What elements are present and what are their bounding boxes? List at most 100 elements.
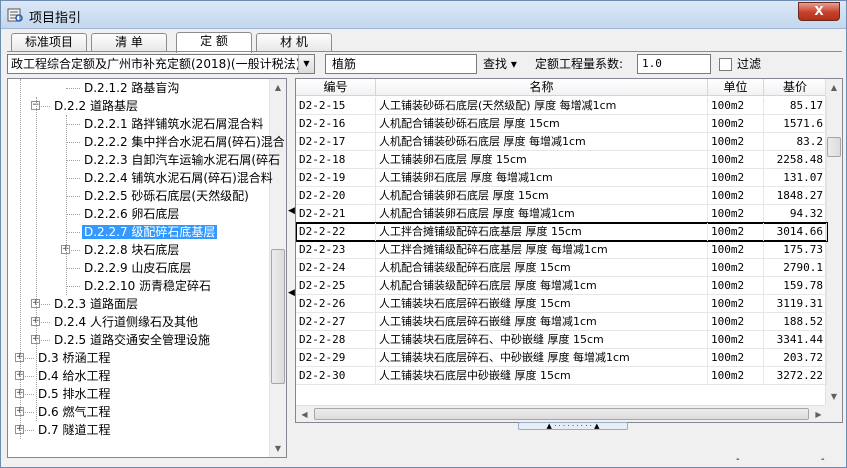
cell-unit: 100m2 (708, 133, 764, 151)
filter-label: 过滤 (737, 57, 762, 71)
horizontal-splitter[interactable]: ▲ · · · · · · · · · ▲ (518, 422, 628, 430)
tree-item[interactable]: D.6 燃气工程 (36, 403, 113, 421)
search-input[interactable]: 植筋 (325, 54, 477, 74)
table-row[interactable]: D2-2-24 人机配合铺装级配碎石底层 厚度 15cm 100m2 2790.1 (296, 259, 827, 277)
grid-vertical-scrollbar[interactable]: ▲ ▼ (825, 79, 842, 405)
cell-name: 人机配合铺装砂砾石底层 厚度 每增减1cm (376, 133, 708, 151)
column-header-code[interactable]: 编号 (296, 79, 376, 96)
tree-item[interactable]: D.2.5 道路交通安全管理设施 (52, 331, 212, 349)
tree-item[interactable]: D.2.4 人行道侧缘石及其他 (52, 313, 200, 331)
table-row[interactable]: D2-2-27 人工铺装块石底层碎石嵌缝 厚度 每增减1cm 100m2 188.52 (296, 313, 827, 331)
tree-scroll-thumb[interactable] (271, 249, 285, 384)
tree-item[interactable]: D.7 隧道工程 (36, 421, 113, 439)
tree-item-label: D.5 排水工程 (38, 387, 111, 401)
close-button[interactable]: X (798, 2, 840, 21)
table-row[interactable]: D2-2-30 人工铺装块石底层中砂嵌缝 厚度 15cm 100m2 3272.22 (296, 367, 827, 385)
tree-item[interactable]: D.2.1.2 路基盲沟 (82, 79, 181, 97)
coef-input[interactable]: 1.0 (637, 54, 711, 74)
tree-item-label: D.2.3 道路面层 (54, 297, 138, 311)
table-row[interactable]: D2-2-19 人工铺装卵石底层 厚度 每增减1cm 100m2 131.07 (296, 169, 827, 187)
table-row[interactable]: D2-2-18 人工铺装卵石底层 厚度 15cm 100m2 2258.48 (296, 151, 827, 169)
tree-item[interactable]: D.3 桥涵工程 (36, 349, 113, 367)
column-header-unit[interactable]: 单位 (708, 79, 764, 96)
cell-code: D2-2-26 (296, 295, 376, 313)
tree-item[interactable]: D.2.2.7 级配碎石底基层 (82, 223, 218, 241)
tree-connector (66, 196, 80, 197)
cell-price: 159.78 (764, 277, 827, 295)
tree-item-label: D.2.2.2 集中拌合水泥石屑(碎石)混合 (84, 135, 285, 149)
tab-materials[interactable]: 材 机 (256, 33, 332, 52)
tree-item[interactable]: D.2.2.3 自卸汽车运输水泥石屑(碎石 (82, 151, 282, 169)
tree-item-label: D.2.2.8 块石底层 (84, 243, 180, 257)
scroll-left-icon[interactable]: ◀ (296, 406, 313, 422)
cell-unit: 100m2 (708, 187, 764, 205)
cell-code: D2-2-29 (296, 349, 376, 367)
cell-unit: 100m2 (708, 223, 764, 241)
cell-price: 203.72 (764, 349, 827, 367)
grid-horizontal-scrollbar[interactable]: ◀ ▶ (296, 405, 827, 422)
cell-unit: 100m2 (708, 331, 764, 349)
grid-scroll-thumb[interactable] (827, 137, 841, 157)
cell-code: D2-2-24 (296, 259, 376, 277)
tree-item[interactable]: D.2.3 道路面层 (52, 295, 140, 313)
column-header-price[interactable]: 基价 (764, 79, 827, 96)
tree-item[interactable]: D.2.2.1 路拌铺筑水泥石屑混合料 (82, 115, 265, 133)
project-guide-window: 项目指引 X 标准项目 清 单 定 额 材 机 政工程综合定额及广州市补充定额(… (0, 0, 847, 468)
table-row[interactable]: D2-2-26 人工铺装块石底层碎石嵌缝 厚度 15cm 100m2 3119.31 (296, 295, 827, 313)
table-row[interactable]: D2-2-17 人机配合铺装砂砾石底层 厚度 每增减1cm 100m2 83.2 (296, 133, 827, 151)
table-row[interactable]: D2-2-28 人工铺装块石底层碎石、中砂嵌缝 厚度 15cm 100m2 3341.… (296, 331, 827, 349)
table-row[interactable]: D2-2-16 人机配合铺装砂砾石底层 厚度 15cm 100m2 1571.6 (296, 115, 827, 133)
tab-bill[interactable]: 清 单 (91, 33, 167, 52)
cell-price: 131.07 (764, 169, 827, 187)
window-title: 项目指引 (29, 11, 82, 26)
cell-price: 2790.1 (764, 259, 827, 277)
cell-price: 94.32 (764, 205, 827, 223)
tree-item[interactable]: D.2.2.9 山皮石底层 (82, 259, 193, 277)
tree-item[interactable]: D.4 给水工程 (36, 367, 113, 385)
chevron-down-icon[interactable]: ▼ (298, 55, 314, 73)
cell-code: D2-2-28 (296, 331, 376, 349)
table-row[interactable]: D2-2-20 人机配合铺装卵石底层 厚度 15cm 100m2 1848.27 (296, 187, 827, 205)
tree-item[interactable]: D.2.2.8 块石底层 (82, 241, 181, 259)
tree-item[interactable]: D.2.2.6 卵石底层 (82, 205, 181, 223)
table-row[interactable]: D2-2-22 人工拌合摊铺级配碎石底基层 厚度 15cm 100m2 3014.66 (296, 222, 828, 242)
toolbar: 政工程综合定额及广州市补充定额(2018)(一般计税法) ▼ 植筋 查找 ▾ 定… (7, 54, 842, 76)
cell-code: D2-2-30 (296, 367, 376, 385)
quota-library-select[interactable]: 政工程综合定额及广州市补充定额(2018)(一般计税法) ▼ (7, 54, 315, 74)
cell-price: 1571.6 (764, 115, 827, 133)
tree-item-label: D.2.2.1 路拌铺筑水泥石屑混合料 (84, 117, 264, 131)
tree-item[interactable]: D.5 排水工程 (36, 385, 113, 403)
tree-guide-line (20, 79, 21, 439)
scroll-up-icon[interactable]: ▲ (826, 79, 842, 96)
tab-standard-items[interactable]: 标准项目 (11, 33, 87, 52)
collapse-left-icon[interactable]: ◀ (288, 206, 295, 216)
tree-item[interactable]: D.2.2 道路基层 (52, 97, 140, 115)
tree-item[interactable]: D.2.2.10 沥青稳定碎石 (82, 277, 213, 295)
status-mark-left: - (736, 454, 740, 465)
scroll-corner (825, 405, 842, 422)
collapse-left-icon-2[interactable]: ◀ (288, 288, 295, 298)
tree-item[interactable]: D.2.2.2 集中拌合水泥石屑(碎石)混合 (82, 133, 286, 151)
tab-quota[interactable]: 定 额 (176, 32, 252, 53)
tree-item-label: D.2.2 道路基层 (54, 99, 138, 113)
table-row[interactable]: D2-2-15 人工铺装砂砾石底层(天然级配) 厚度 每增减1cm 100m2 85.… (296, 97, 827, 115)
scroll-down-icon[interactable]: ▼ (826, 388, 842, 405)
tree-connector (66, 232, 80, 233)
tree-item[interactable]: D.2.2.5 砂砾石底层(天然级配) (82, 187, 251, 205)
tree-item-label: D.2.2.6 卵石底层 (84, 207, 180, 221)
cell-code: D2-2-27 (296, 313, 376, 331)
cell-unit: 100m2 (708, 277, 764, 295)
find-button[interactable]: 查找 ▾ (483, 56, 517, 72)
table-row[interactable]: D2-2-23 人工拌合摊铺级配碎石底基层 厚度 每增减1cm 100m2 175.7… (296, 241, 827, 259)
table-row[interactable]: D2-2-29 人工铺装块石底层碎石、中砂嵌缝 厚度 每增减1cm 100m2 203… (296, 349, 827, 367)
table-row[interactable]: D2-2-25 人机配合铺装级配碎石底层 厚度 每增减1cm 100m2 159.78 (296, 277, 827, 295)
cell-price: 83.2 (764, 133, 827, 151)
scroll-up-icon[interactable]: ▲ (270, 79, 286, 96)
cell-code: D2-2-21 (296, 205, 376, 223)
grid-hscroll-thumb[interactable] (314, 408, 809, 420)
tree-item[interactable]: D.2.2.4 铺筑水泥石屑(碎石)混合料 (82, 169, 275, 187)
expand-up-icon[interactable]: ▲ · · · · · · · · · ▲ (546, 422, 599, 430)
filter-checkbox[interactable] (719, 58, 732, 71)
table-row[interactable]: D2-2-21 人机配合铺装卵石底层 厚度 每增减1cm 100m2 94.32 (296, 205, 827, 223)
column-header-name[interactable]: 名称 (376, 79, 708, 96)
